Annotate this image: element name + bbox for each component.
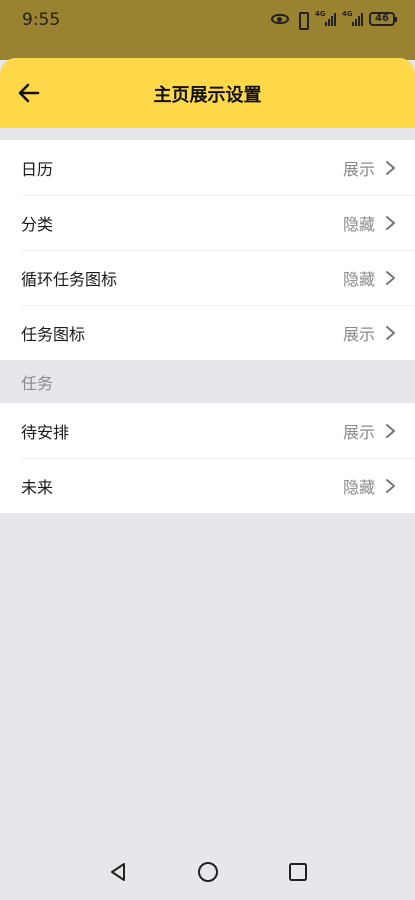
triangle-back-icon [110,863,125,881]
chevron-right-icon [386,325,395,340]
network-type-label: 4G [315,10,326,18]
eye-icon [271,14,289,24]
section-title: 任务 [21,373,54,393]
settings-sheet: 主页展示设置 日历 展示 分类 隐藏 循环任务图标 隐藏 任务图标 展示 任务 … [0,58,415,900]
nav-back-button[interactable] [107,861,129,883]
setting-label: 任务图标 [21,324,86,344]
setting-label: 日历 [21,159,54,179]
page-title: 主页展示设置 [153,85,262,106]
setting-value: 隐藏 [342,477,375,497]
setting-label: 未来 [21,477,54,497]
system-nav-bar [0,844,415,900]
task-settings-group: 待安排 展示 未来 隐藏 [0,403,415,513]
section-header-tasks: 任务 [0,360,415,403]
chevron-right-icon [386,215,395,230]
chevron-right-icon [386,478,395,493]
setting-value: 展示 [342,422,375,442]
setting-row-calendar[interactable]: 日历 展示 [0,140,415,195]
setting-value: 展示 [342,324,375,344]
header: 主页展示设置 [0,58,415,128]
setting-label: 待安排 [21,422,70,442]
setting-value: 隐藏 [342,269,375,289]
setting-row-unscheduled[interactable]: 待安排 展示 [0,403,415,458]
status-bar: 9:55 4G 4G 46 [0,0,415,60]
setting-row-recurring-task-icon[interactable]: 循环任务图标 隐藏 [0,250,415,305]
setting-value: 展示 [342,159,375,179]
battery-icon: 46 [369,12,397,26]
setting-row-category[interactable]: 分类 隐藏 [0,195,415,250]
status-icons: 4G 4G 46 [271,10,397,30]
signal-icon: 4G [315,10,336,26]
chevron-right-icon [386,423,395,438]
setting-label: 循环任务图标 [21,269,118,289]
status-time: 9:55 [22,10,61,30]
chevron-right-icon [386,270,395,285]
setting-row-future[interactable]: 未来 隐藏 [0,458,415,513]
circle-home-icon [197,862,218,882]
setting-row-task-icon[interactable]: 任务图标 展示 [0,305,415,360]
vibrate-icon [295,12,309,30]
nav-home-button[interactable] [197,861,219,883]
signal-icon-2: 4G [342,10,363,26]
network-type-label-2: 4G [342,10,353,18]
nav-recents-button[interactable] [287,861,309,883]
square-recents-icon [288,863,307,881]
setting-label: 分类 [21,214,54,234]
chevron-right-icon [386,160,395,175]
spacer [0,128,415,140]
setting-value: 隐藏 [342,214,375,234]
general-settings-group: 日历 展示 分类 隐藏 循环任务图标 隐藏 任务图标 展示 [0,140,415,360]
